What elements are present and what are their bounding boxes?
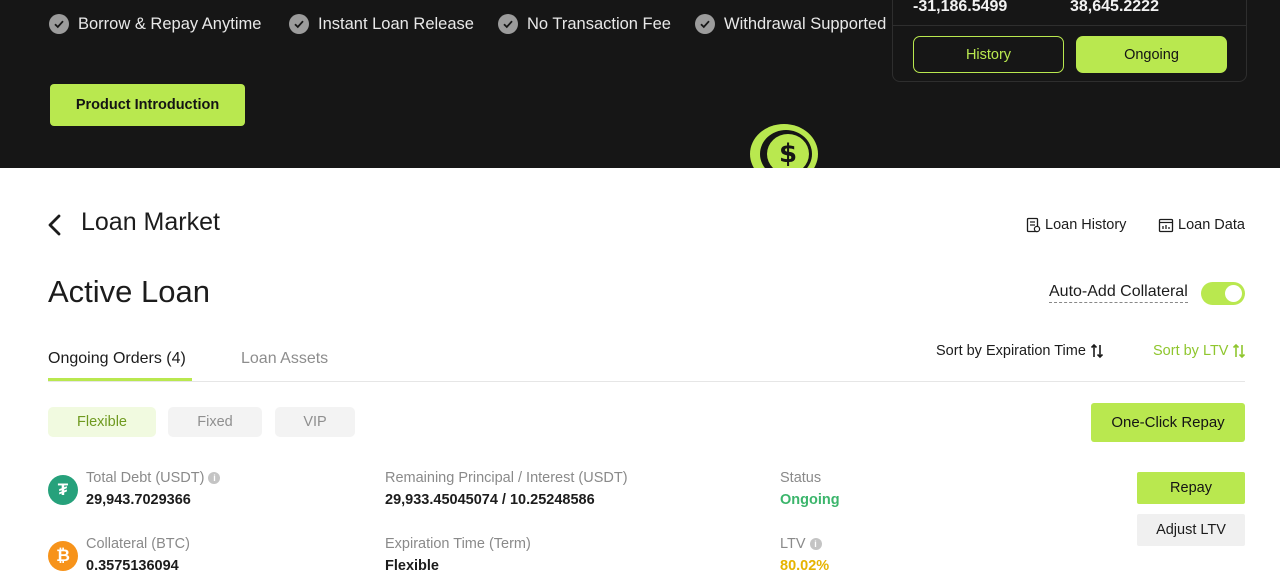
remaining-principal-value: 29,933.45045074 / 10.25248586 [385,492,595,508]
check-circle-icon [498,14,518,34]
auto-add-collateral-toggle[interactable] [1201,282,1245,305]
panel-value-left: -31,186.5499 [913,0,1008,15]
total-debt-label: Total Debt (USDT) i [86,470,221,486]
tabs-divider [48,381,1245,382]
filter-flexible[interactable]: Flexible [48,407,156,437]
panel-divider [893,25,1246,26]
btc-icon: ₿ [48,541,78,571]
check-circle-icon [289,14,309,34]
feature-label: Instant Loan Release [318,14,474,33]
ltv-value: 80.02% [780,558,830,574]
feature-label: Withdrawal Supported [724,14,887,33]
tab-ongoing-orders[interactable]: Ongoing Orders (4) [48,350,186,368]
loan-data-label: Loan Data [1178,217,1245,233]
check-circle-icon [49,14,69,34]
expiration-label: Expiration Time (Term) [385,536,531,552]
loan-history-label: Loan History [1045,217,1127,233]
feature-withdrawal: Withdrawal Supported [695,12,886,36]
svg-text:$: $ [779,139,797,168]
info-icon[interactable]: i [208,472,221,484]
ltv-label: LTV i [780,536,822,552]
collateral-value: 0.3575136094 [86,558,179,574]
back-arrow-icon[interactable] [44,212,66,238]
sort-arrows-icon [1090,343,1103,359]
feature-no-fee: No Transaction Fee [498,12,671,36]
sort-ltv-label: Sort by LTV [1153,343,1229,359]
page-title: Loan Market [81,208,220,236]
document-icon [1026,217,1041,233]
remaining-principal-label: Remaining Principal / Interest (USDT) [385,470,628,486]
status-label: Status [780,470,822,486]
tab-loan-assets[interactable]: Loan Assets [241,350,328,368]
loan-data-link[interactable]: Loan Data [1158,214,1245,236]
panel-value-right: 38,645.2222 [1070,0,1159,15]
loan-summary-panel: -31,186.5499 38,645.2222 History Ongoing [892,0,1247,82]
feature-borrow-repay: Borrow & Repay Anytime [49,12,261,36]
sort-ltv-button[interactable]: Sort by LTV [1153,343,1246,359]
data-box-icon [1158,218,1174,233]
ltv-label-text: LTV [780,536,806,552]
active-tab-indicator [48,378,192,381]
expiration-value: Flexible [385,558,439,574]
section-title: Active Loan [48,274,210,309]
sort-arrows-icon [1233,343,1246,359]
history-button[interactable]: History [913,36,1064,73]
loan-history-link[interactable]: Loan History [1025,214,1126,236]
auto-add-collateral-label[interactable]: Auto-Add Collateral [1049,282,1188,303]
total-debt-value: 29,943.7029366 [86,492,191,508]
collateral-label: Collateral (BTC) [86,536,190,552]
filter-vip[interactable]: VIP [275,407,355,437]
repay-button[interactable]: Repay [1137,472,1245,504]
status-value: Ongoing [780,492,840,508]
sort-expiration-button[interactable]: Sort by Expiration Time [936,343,1104,359]
feature-label: No Transaction Fee [527,14,671,33]
filter-fixed[interactable]: Fixed [168,407,262,437]
one-click-repay-button[interactable]: One-Click Repay [1091,403,1245,442]
info-icon[interactable]: i [809,538,822,550]
sort-expiration-label: Sort by Expiration Time [936,343,1086,359]
feature-instant-release: Instant Loan Release [289,12,474,36]
toggle-knob [1225,285,1242,302]
usdt-icon: ₮ [48,475,78,505]
dollar-coin-icon: $ [750,124,818,168]
adjust-ltv-button[interactable]: Adjust LTV [1137,514,1245,546]
check-circle-icon [695,14,715,34]
total-debt-label-text: Total Debt (USDT) [86,470,205,486]
product-introduction-button[interactable]: Product Introduction [50,84,245,126]
ongoing-button[interactable]: Ongoing [1076,36,1227,73]
feature-label: Borrow & Repay Anytime [78,14,262,33]
hero-banner: Borrow & Repay Anytime Instant Loan Rele… [0,0,1280,168]
